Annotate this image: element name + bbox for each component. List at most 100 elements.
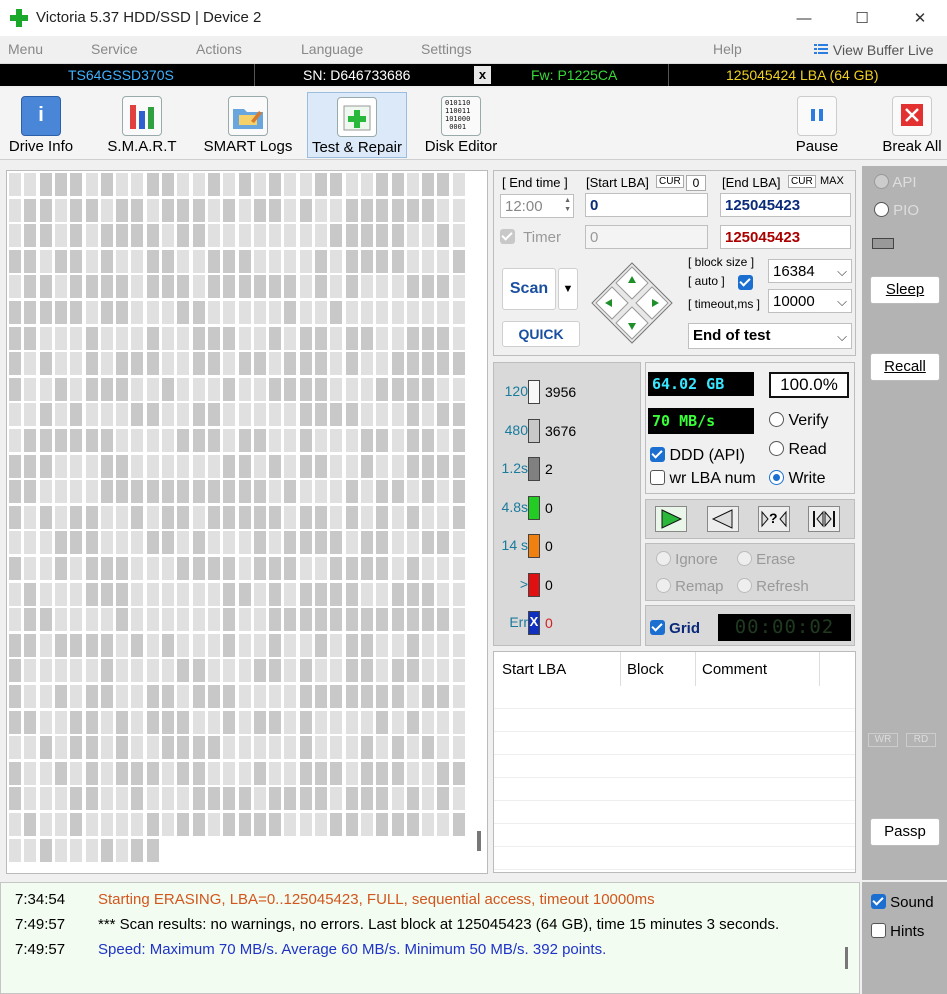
column-start-lba[interactable]: Start LBA <box>502 661 566 678</box>
butterfly-button[interactable] <box>808 506 840 532</box>
auto-block-size-checkbox[interactable] <box>738 275 753 290</box>
refresh-radio[interactable] <box>737 578 752 593</box>
view-buffer-live[interactable]: View Buffer Live <box>813 42 934 58</box>
map-block <box>24 352 37 376</box>
write-option[interactable]: Write <box>769 470 826 488</box>
break-all-button[interactable]: Break All <box>880 92 944 158</box>
scan-button[interactable]: Scan <box>502 268 556 310</box>
legend-swatch[interactable] <box>528 457 540 481</box>
end-lba-input[interactable]: 125045423 <box>720 193 851 217</box>
remap-option[interactable]: Remap <box>656 578 724 595</box>
passp-button[interactable]: Passp <box>870 818 940 846</box>
verify-option[interactable]: Verify <box>769 412 828 430</box>
defects-table[interactable]: Start LBA Block Comment <box>493 651 856 873</box>
start-cur-button[interactable]: CUR <box>656 175 684 188</box>
block-size-select[interactable]: 16384 ⌵ <box>768 259 852 283</box>
sleep-button[interactable]: Sleep <box>870 276 940 304</box>
map-block <box>131 326 144 350</box>
test-repair-button[interactable]: Test & Repair <box>307 92 407 158</box>
smart-button[interactable]: S.M.A.R.T <box>104 92 180 158</box>
random-seek-button[interactable]: ? <box>758 506 790 532</box>
start-lba-input[interactable]: 0 <box>585 193 708 217</box>
end-lba-max-input[interactable]: 125045423 <box>720 225 851 249</box>
legend-swatch[interactable] <box>528 495 540 520</box>
drive-info-button[interactable]: i Drive Info <box>4 92 78 158</box>
map-block <box>162 454 174 478</box>
remap-radio[interactable] <box>656 578 671 593</box>
quick-button[interactable]: QUICK <box>502 321 580 347</box>
grid-option[interactable]: Grid <box>650 620 700 637</box>
api-radio[interactable] <box>874 174 889 189</box>
sound-checkbox[interactable] <box>871 894 886 909</box>
map-block <box>360 326 373 350</box>
write-radio[interactable] <box>769 470 784 485</box>
navigation-diamond[interactable] <box>590 261 674 345</box>
minimize-button[interactable]: — <box>782 6 826 32</box>
read-radio[interactable] <box>769 441 784 456</box>
map-scroll-indicator[interactable] <box>477 831 481 851</box>
legend-swatch[interactable] <box>528 572 540 597</box>
disk-editor-button[interactable]: 010110 110011 101000 0001 Disk Editor <box>421 92 501 158</box>
ignore-radio[interactable] <box>656 551 671 566</box>
menu-help[interactable]: Help <box>713 41 742 57</box>
menu-settings[interactable]: Settings <box>421 41 472 57</box>
ddd-api-option[interactable]: DDD (API) <box>650 447 745 465</box>
timer-input[interactable]: 0 <box>585 225 708 249</box>
ddd-api-checkbox[interactable] <box>650 447 665 462</box>
menu-menu[interactable]: Menu <box>8 41 43 57</box>
grid-checkbox[interactable] <box>650 620 665 635</box>
timer-checkbox[interactable] <box>500 229 515 244</box>
log-scroll-indicator[interactable] <box>845 947 848 969</box>
maximize-button[interactable]: ☐ <box>840 6 884 32</box>
spinner-arrows-icon[interactable]: ▲ ▼ <box>564 196 571 214</box>
timer-toggle[interactable]: Timer <box>500 229 561 246</box>
sound-option[interactable]: Sound <box>871 894 934 911</box>
pause-button[interactable]: Pause <box>789 92 845 158</box>
map-block <box>330 429 343 452</box>
menu-service[interactable]: Service <box>91 41 138 57</box>
column-block[interactable]: Block <box>627 661 664 678</box>
end-time-spinner[interactable]: 12:00 ▲ ▼ <box>500 194 574 218</box>
map-block <box>437 505 450 529</box>
api-option[interactable]: API <box>874 174 917 191</box>
timeout-select[interactable]: 10000 ⌵ <box>768 289 852 313</box>
erase-radio[interactable] <box>737 551 752 566</box>
scan-dropdown-button[interactable]: ▼ <box>558 268 578 310</box>
map-block <box>238 454 251 478</box>
close-device-button[interactable]: x <box>474 66 491 84</box>
hints-checkbox[interactable] <box>871 923 886 938</box>
end-max-button[interactable]: MAX <box>820 175 844 187</box>
refresh-option[interactable]: Refresh <box>737 578 809 595</box>
end-cur-button[interactable]: CUR <box>788 175 816 188</box>
recall-button[interactable]: Recall <box>870 353 940 381</box>
erase-option[interactable]: Erase <box>737 551 795 568</box>
map-block <box>54 173 67 196</box>
verify-radio[interactable] <box>769 412 784 427</box>
end-action-select[interactable]: End of test ⌵ <box>688 323 852 349</box>
wr-lba-num-option[interactable]: wr LBA num <box>650 470 756 488</box>
play-forward-button[interactable] <box>655 506 687 532</box>
read-option[interactable]: Read <box>769 441 827 459</box>
close-button[interactable]: ✕ <box>898 6 942 32</box>
legend-swatch[interactable] <box>528 534 540 558</box>
menu-actions[interactable]: Actions <box>196 41 242 57</box>
smart-logs-button[interactable]: SMART Logs <box>202 92 294 158</box>
legend-swatch[interactable] <box>528 380 540 404</box>
pio-radio[interactable] <box>874 202 889 217</box>
legend-swatch[interactable] <box>528 418 540 443</box>
play-backward-button[interactable] <box>707 506 739 532</box>
log-panel[interactable]: 7:34:54 Starting ERASING, LBA=0..12504542… <box>0 882 860 994</box>
map-block <box>162 249 174 273</box>
pio-option[interactable]: PIO <box>874 202 919 219</box>
ignore-option[interactable]: Ignore <box>656 551 718 568</box>
map-block <box>406 301 419 324</box>
legend-swatch[interactable]: X <box>528 611 540 635</box>
map-block <box>315 352 327 376</box>
column-comment[interactable]: Comment <box>702 661 767 678</box>
wr-lba-num-checkbox[interactable] <box>650 470 665 485</box>
hints-option[interactable]: Hints <box>871 923 924 940</box>
menu-language[interactable]: Language <box>301 41 363 57</box>
map-block <box>54 249 67 273</box>
map-block <box>376 249 389 273</box>
device-strip[interactable]: TS64GSSD370S SN: D646733686 x Fw: P1225C… <box>0 64 947 86</box>
